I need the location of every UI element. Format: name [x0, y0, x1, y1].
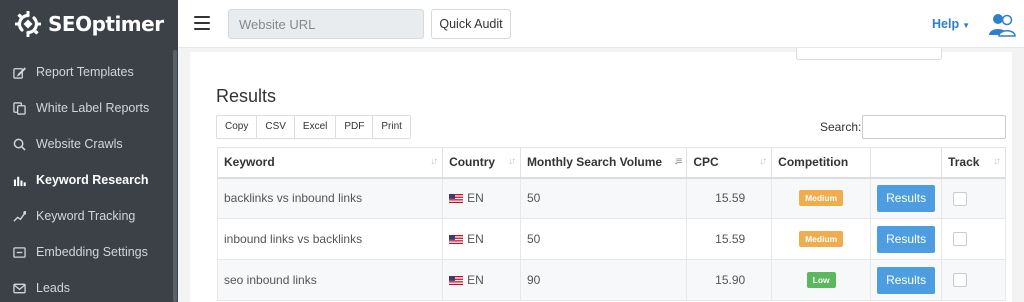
- sort-desc-icon: ↓≡: [673, 156, 682, 167]
- search-input[interactable]: [862, 115, 1006, 139]
- sidebar-item-label: Report Templates: [36, 65, 134, 79]
- table-row: inbound links vs backlinks EN 50 15.59 M…: [216, 218, 1006, 260]
- embed-icon: [12, 245, 26, 259]
- sidebar-item-leads[interactable]: Leads: [0, 270, 178, 302]
- competition-cell: Medium: [771, 218, 872, 260]
- caret-down-icon: ▼: [962, 21, 971, 30]
- competition-badge: Low: [806, 272, 836, 288]
- users-icon[interactable]: [988, 11, 1016, 37]
- cpc-cell: 15.59: [686, 218, 773, 260]
- volume-cell: 50: [519, 177, 688, 219]
- copy-button[interactable]: Copy: [217, 116, 258, 138]
- column-header-volume[interactable]: Monthly Search Volume ↓≡: [519, 147, 688, 179]
- us-flag-icon: [449, 274, 464, 285]
- keyword-cell: inbound links vs backlinks: [216, 218, 444, 260]
- line-trend-icon: [12, 209, 26, 223]
- topbar: Quick Audit Help▼: [178, 0, 1024, 48]
- competition-badge: Medium: [799, 231, 844, 247]
- main-content: Results Copy CSV Excel PDF Print Search:…: [178, 48, 1024, 302]
- sidebar-item-embedding-settings[interactable]: Embedding Settings: [0, 234, 178, 270]
- envelope-icon: [12, 281, 26, 295]
- sort-icon: ↓↑: [993, 156, 1001, 167]
- sort-icon: ↓↑: [430, 156, 438, 167]
- sidebar-item-report-templates[interactable]: Report Templates: [0, 54, 178, 90]
- track-cell: [941, 218, 1006, 260]
- sidebar-scrollbar[interactable]: [173, 50, 177, 302]
- search-icon: [12, 137, 26, 151]
- excel-button[interactable]: Excel: [294, 116, 337, 138]
- sidebar-item-label: Keyword Research: [36, 173, 149, 187]
- sort-icon: ↓↑: [759, 156, 767, 167]
- column-header-cpc[interactable]: CPC ↓↑: [686, 147, 773, 179]
- country-cell: EN: [442, 259, 521, 301]
- sidebar-item-label: Embedding Settings: [36, 245, 148, 259]
- sidebar-item-label: Keyword Tracking: [36, 209, 136, 223]
- page-title: Results: [216, 86, 277, 106]
- print-button[interactable]: Print: [373, 116, 410, 138]
- sidebar-item-label: White Label Reports: [36, 101, 150, 115]
- website-url-input[interactable]: [228, 9, 424, 39]
- us-flag-icon: [449, 233, 464, 244]
- results-button[interactable]: Results: [877, 184, 936, 212]
- volume-cell: 90: [519, 259, 688, 301]
- logo[interactable]: SEOptimer: [0, 0, 178, 48]
- cpc-cell: 15.59: [686, 177, 773, 219]
- sidebar-nav: Report Templates White Label Reports Web…: [0, 54, 178, 302]
- sort-icon: ↓↑: [507, 156, 516, 167]
- track-checkbox[interactable]: [953, 273, 968, 288]
- quick-audit-button[interactable]: Quick Audit: [431, 9, 511, 39]
- action-cell: Results: [870, 177, 943, 219]
- column-header-track[interactable]: Track ↓↑: [941, 147, 1006, 179]
- us-flag-icon: [449, 192, 464, 204]
- volume-cell: 50: [519, 218, 688, 260]
- column-header-keyword[interactable]: Keyword ↓↑: [216, 147, 444, 179]
- help-dropdown[interactable]: Help ▼: [932, 17, 970, 31]
- bar-chart-icon: [12, 173, 26, 187]
- table-header-row: Keyword ↓↑ Country ↓↑ Monthly Search Volum…: [216, 147, 1006, 179]
- sidebar-item-keyword-tracking[interactable]: Keyword Tracking: [0, 198, 178, 234]
- action-cell: Results: [870, 218, 943, 260]
- menu-toggle-icon[interactable]: [194, 16, 210, 30]
- copy-icon: [12, 101, 26, 115]
- table-row: backlinks vs inbound links EN 50 15.59 M…: [216, 177, 1006, 219]
- column-header-country[interactable]: Country ↓↑: [442, 147, 521, 179]
- brand-name: SEOptimer: [48, 12, 164, 36]
- keyword-cell: seo inbound links: [216, 259, 444, 301]
- search-label: Search:: [820, 120, 862, 134]
- pdf-button[interactable]: PDF: [336, 116, 374, 138]
- table-row: seo inbound links EN 90 15.90 Low Result…: [216, 259, 1006, 301]
- column-header-competition[interactable]: Competition: [771, 147, 872, 179]
- collapsed-control: [796, 48, 942, 60]
- country-cell: EN: [442, 218, 521, 260]
- action-cell: Results: [870, 259, 943, 301]
- keyword-cell: backlinks vs inbound links: [216, 177, 444, 219]
- results-button[interactable]: Results: [877, 266, 936, 294]
- sidebar-item-label: Leads: [36, 281, 71, 295]
- sidebar-item-keyword-research[interactable]: Keyword Research: [0, 162, 178, 198]
- export-button-group: Copy CSV Excel PDF Print: [216, 115, 411, 139]
- sidebar-item-label: Website Crawls: [36, 137, 123, 151]
- results-button[interactable]: Results: [877, 225, 936, 253]
- sidebar: SEOptimer Report Templates White Label R…: [0, 0, 178, 302]
- sidebar-item-website-crawls[interactable]: Website Crawls: [0, 126, 178, 162]
- results-panel: Results Copy CSV Excel PDF Print Search:…: [190, 48, 1012, 302]
- help-label: Help: [932, 17, 960, 31]
- track-cell: [941, 259, 1006, 301]
- competition-cell: Low: [771, 259, 872, 301]
- track-cell: [941, 177, 1006, 219]
- csv-button[interactable]: CSV: [257, 116, 295, 138]
- competition-cell: Medium: [771, 177, 872, 219]
- track-checkbox[interactable]: [953, 232, 968, 247]
- competition-badge: Medium: [799, 190, 844, 207]
- edit-icon: [12, 65, 26, 79]
- logo-gear-icon: [15, 11, 41, 37]
- cpc-cell: 15.90: [686, 259, 773, 301]
- sidebar-item-white-label-reports[interactable]: White Label Reports: [0, 90, 178, 126]
- results-table: Keyword ↓↑ Country ↓↑ Monthly Search Volum…: [216, 147, 1006, 301]
- track-checkbox[interactable]: [953, 191, 968, 206]
- country-cell: EN: [442, 177, 521, 219]
- column-header-actions: [870, 147, 943, 179]
